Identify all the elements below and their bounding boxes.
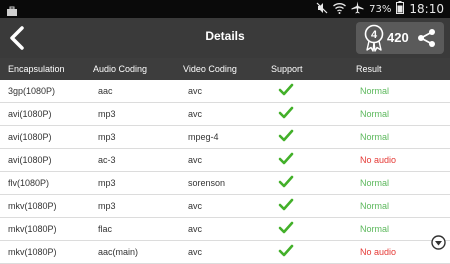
- cell-encapsulation: avi(1080P): [8, 155, 52, 165]
- check-icon: [278, 83, 294, 99]
- cell-video-coding: mpeg-4: [188, 132, 219, 142]
- cell-encapsulation: mkv(1080P): [8, 224, 57, 234]
- check-icon: [278, 244, 294, 260]
- cell-encapsulation: 3gp(1080P): [8, 86, 56, 96]
- cell-result: No audio: [360, 155, 397, 165]
- cell-audio-coding: aac: [98, 86, 113, 96]
- header-support: Support: [271, 64, 303, 74]
- header-result: Result: [356, 64, 382, 74]
- cell-result: Normal: [360, 224, 390, 234]
- cell-video-coding: avc: [188, 224, 203, 234]
- table-header: Encapsulation Audio Coding Video Coding …: [0, 58, 450, 80]
- medal-icon: 4: [363, 24, 385, 56]
- status-bar: 73% 18:10: [0, 0, 450, 18]
- mute-icon: [316, 2, 328, 17]
- cell-audio-coding: ac-3: [98, 155, 116, 165]
- airplane-icon: [351, 1, 364, 17]
- table-row[interactable]: mkv(1080P) mp3 avc Normal: [0, 195, 450, 218]
- check-icon: [278, 198, 294, 214]
- app-bar: Details 4 420: [0, 18, 450, 58]
- medal-rank: 4: [371, 29, 378, 41]
- cell-audio-coding: mp3: [98, 132, 116, 142]
- battery-percent: 73%: [369, 3, 392, 15]
- wifi-icon: [333, 2, 347, 17]
- cell-audio-coding: mp3: [98, 109, 116, 119]
- share-icon[interactable]: [417, 28, 437, 52]
- cell-result: Normal: [360, 132, 390, 142]
- table-row[interactable]: avi(1080P) mp3 avc Normal: [0, 103, 450, 126]
- cell-result: No audio: [360, 247, 397, 257]
- table-row[interactable]: avi(1080P) mp3 mpeg-4 Normal: [0, 126, 450, 149]
- cell-result: Normal: [360, 178, 390, 188]
- cell-result: Normal: [360, 201, 390, 211]
- cell-video-coding: avc: [188, 155, 203, 165]
- cell-result: Normal: [360, 109, 390, 119]
- cell-encapsulation: avi(1080P): [8, 132, 52, 142]
- table-row[interactable]: mkv(1080P) flac avc Normal: [0, 218, 450, 241]
- table-row[interactable]: flv(1080P) mp3 sorenson Normal: [0, 172, 450, 195]
- header-audio-coding: Audio Coding: [93, 64, 148, 74]
- cell-audio-coding: flac: [98, 224, 113, 234]
- check-icon: [278, 106, 294, 122]
- header-video-coding: Video Coding: [183, 64, 237, 74]
- score-value: 420: [387, 30, 409, 45]
- check-icon: [278, 175, 294, 191]
- cell-encapsulation: flv(1080P): [8, 178, 50, 188]
- cell-result: Normal: [360, 86, 390, 96]
- check-icon: [278, 129, 294, 145]
- clock: 18:10: [409, 2, 444, 16]
- cell-audio-coding: aac(main): [98, 247, 139, 257]
- cell-video-coding: avc: [188, 109, 203, 119]
- header-encapsulation: Encapsulation: [8, 64, 65, 74]
- cell-video-coding: avc: [188, 201, 203, 211]
- cell-encapsulation: mkv(1080P): [8, 247, 57, 257]
- cell-video-coding: avc: [188, 86, 203, 96]
- details-table[interactable]: 3gp(1080P) aac avc Normal avi(1080P) mp3…: [0, 80, 450, 264]
- cell-video-coding: sorenson: [188, 178, 226, 188]
- cell-audio-coding: mp3: [98, 178, 116, 188]
- score-panel[interactable]: 4 420: [356, 22, 444, 54]
- check-icon: [278, 152, 294, 168]
- cell-encapsulation: avi(1080P): [8, 109, 52, 119]
- table-row[interactable]: avi(1080P) ac-3 avc No audio: [0, 149, 450, 172]
- cell-audio-coding: mp3: [98, 201, 116, 211]
- check-icon: [278, 221, 294, 237]
- scroll-down-icon[interactable]: [431, 235, 446, 250]
- cell-encapsulation: mkv(1080P): [8, 201, 57, 211]
- cell-video-coding: avc: [188, 247, 203, 257]
- battery-icon: [396, 1, 405, 17]
- table-row[interactable]: 3gp(1080P) aac avc Normal: [0, 80, 450, 103]
